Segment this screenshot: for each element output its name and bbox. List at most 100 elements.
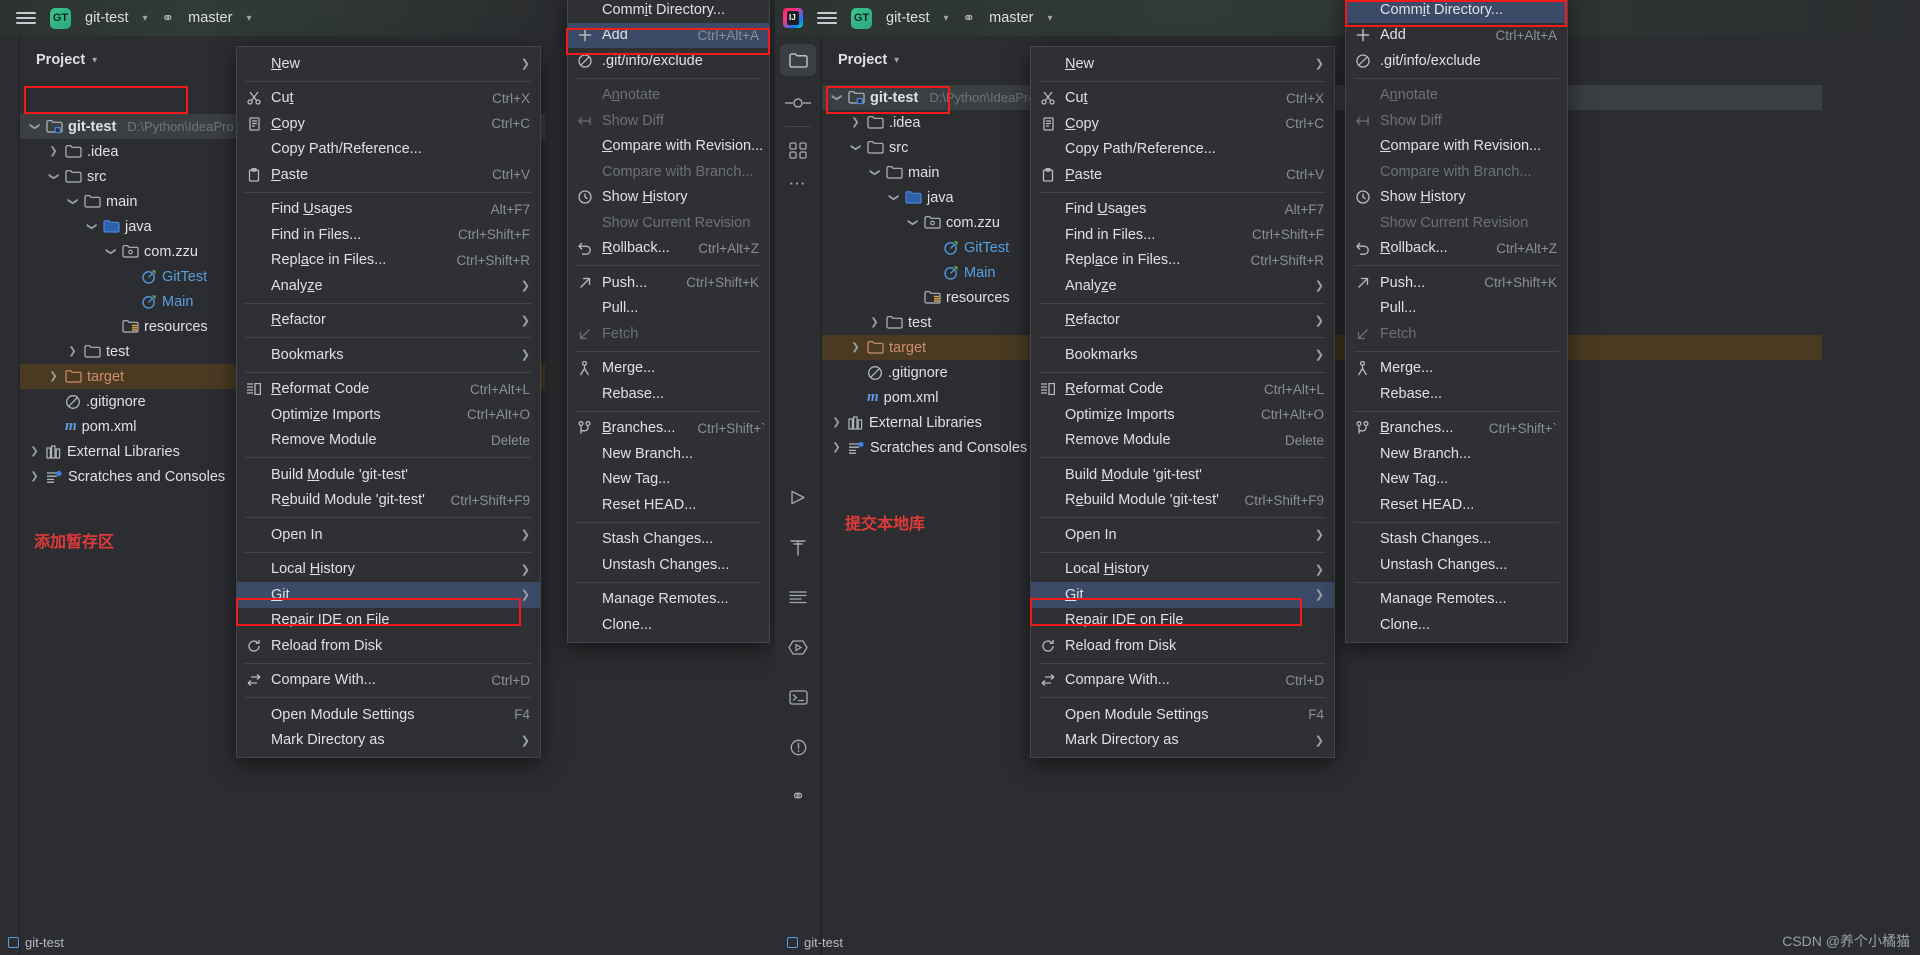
todo-icon[interactable] xyxy=(780,584,816,610)
menu-item-rebuild-module-git-test[interactable]: Rebuild Module 'git-test' Ctrl+Shift+F9 xyxy=(1031,488,1334,514)
menu-item-compare-with[interactable]: Compare With... Ctrl+D xyxy=(237,668,540,694)
chevron-right-icon[interactable]: ❯ xyxy=(47,371,60,382)
menu-item-push[interactable]: Push... Ctrl+Shift+K xyxy=(1346,270,1567,296)
menu-item-pull[interactable]: Pull... xyxy=(568,296,769,322)
menu-item-copy[interactable]: Copy Ctrl+C xyxy=(237,111,540,137)
menu-item-analyze[interactable]: Analyze ❯ xyxy=(237,273,540,299)
menu-item-reset-head[interactable]: Reset HEAD... xyxy=(568,492,769,518)
menu-item-rebase[interactable]: Rebase... xyxy=(1346,381,1567,407)
chevron-right-icon[interactable]: ❯ xyxy=(849,117,862,128)
menu-item-copy[interactable]: Copy Ctrl+C xyxy=(1031,111,1334,137)
chevron-right-icon[interactable]: ❯ xyxy=(47,146,60,157)
chevron-down-icon[interactable]: ❯ xyxy=(888,191,899,204)
hamburger-icon[interactable] xyxy=(817,12,837,24)
terminal-icon[interactable] xyxy=(780,684,816,710)
chevron-right-icon[interactable]: ❯ xyxy=(868,317,881,328)
structure-icon[interactable] xyxy=(780,137,816,163)
commit-icon[interactable] xyxy=(780,90,816,116)
menu-item-unstash-changes[interactable]: Unstash Changes... xyxy=(568,552,769,578)
git-submenu-right[interactable]: Commit Directory... Add Ctrl+Alt+A .git/inf… xyxy=(1345,0,1568,643)
menu-item-new[interactable]: New ❯ xyxy=(237,51,540,77)
chevron-right-icon[interactable]: ❯ xyxy=(830,417,843,428)
branch-name-label[interactable]: master xyxy=(188,10,232,26)
menu-item-rollback[interactable]: Rollback... Ctrl+Alt+Z xyxy=(568,236,769,262)
menu-item-git-info-exclude[interactable]: .git/info/exclude xyxy=(1346,48,1567,74)
menu-item-rollback[interactable]: Rollback... Ctrl+Alt+Z xyxy=(1346,236,1567,262)
chevron-right-icon[interactable]: ❯ xyxy=(28,471,41,482)
menu-item-open-in[interactable]: Open In ❯ xyxy=(1031,522,1334,548)
menu-item-analyze[interactable]: Analyze ❯ xyxy=(1031,273,1334,299)
chevron-down-icon[interactable]: ❯ xyxy=(105,245,116,258)
chevron-down-icon[interactable]: ❯ xyxy=(67,195,78,208)
menu-item-replace-in-files[interactable]: Replace in Files... Ctrl+Shift+R xyxy=(1031,248,1334,274)
git-branch-icon[interactable]: ⚭ xyxy=(780,784,816,810)
menu-item-compare-with-revision[interactable]: Compare with Revision... xyxy=(1346,134,1567,160)
menu-item-stash-changes[interactable]: Stash Changes... xyxy=(1346,527,1567,553)
menu-item-find-in-files[interactable]: Find in Files... Ctrl+Shift+F xyxy=(237,222,540,248)
more-icon[interactable]: ⋯ xyxy=(780,173,816,195)
menu-item-new-branch[interactable]: New Branch... xyxy=(568,441,769,467)
menu-item-local-history[interactable]: Local History ❯ xyxy=(1031,557,1334,583)
chevron-down-icon[interactable]: ❯ xyxy=(869,166,880,179)
menu-item-refactor[interactable]: Refactor ❯ xyxy=(237,308,540,334)
chevron-down-icon[interactable]: ❯ xyxy=(48,170,59,183)
menu-item-build-module-git-test[interactable]: Build Module 'git-test' xyxy=(1031,462,1334,488)
menu-item-mark-directory-as[interactable]: Mark Directory as ❯ xyxy=(237,728,540,754)
chevron-down-icon[interactable]: ▾ xyxy=(246,13,251,24)
chevron-right-icon[interactable]: ❯ xyxy=(66,346,79,357)
menu-item-manage-remotes[interactable]: Manage Remotes... xyxy=(568,587,769,613)
menu-item-new-branch[interactable]: New Branch... xyxy=(1346,441,1567,467)
project-name-label[interactable]: git-test xyxy=(85,10,129,26)
menu-item-rebase[interactable]: Rebase... xyxy=(568,381,769,407)
menu-item-add[interactable]: Add Ctrl+Alt+A xyxy=(568,22,769,48)
chevron-down-icon[interactable]: ▾ xyxy=(944,13,949,24)
services-icon[interactable] xyxy=(780,634,816,660)
branch-name-label[interactable]: master xyxy=(989,10,1033,26)
project-name-label[interactable]: git-test xyxy=(886,10,930,26)
menu-item-paste[interactable]: Paste Ctrl+V xyxy=(237,162,540,188)
tool-window-bar[interactable]: ⋯ ⚭ xyxy=(775,36,822,955)
menu-item-rebuild-module-git-test[interactable]: Rebuild Module 'git-test' Ctrl+Shift+F9 xyxy=(237,488,540,514)
chevron-down-icon[interactable]: ❯ xyxy=(907,216,918,229)
project-folder-icon[interactable] xyxy=(780,44,816,76)
chevron-down-icon[interactable]: ▾ xyxy=(894,55,899,66)
menu-item-copy-path-reference[interactable]: Copy Path/Reference... xyxy=(237,137,540,163)
menu-item-merge[interactable]: Merge... xyxy=(568,356,769,382)
menu-item-unstash-changes[interactable]: Unstash Changes... xyxy=(1346,552,1567,578)
chevron-down-icon[interactable]: ❯ xyxy=(850,141,861,154)
run-icon[interactable] xyxy=(780,484,816,510)
menu-item-add[interactable]: Add Ctrl+Alt+A xyxy=(1346,23,1567,49)
menu-item-reload-from-disk[interactable]: Reload from Disk xyxy=(1031,633,1334,659)
menu-item-local-history[interactable]: Local History ❯ xyxy=(237,557,540,583)
menu-item-branches[interactable]: Branches... Ctrl+Shift+` xyxy=(1346,416,1567,442)
menu-item-refactor[interactable]: Refactor ❯ xyxy=(1031,308,1334,334)
menu-item-show-history[interactable]: Show History xyxy=(568,185,769,211)
menu-item-reset-head[interactable]: Reset HEAD... xyxy=(1346,492,1567,518)
menu-item-manage-remotes[interactable]: Manage Remotes... xyxy=(1346,587,1567,613)
menu-item-commit-directory[interactable]: Commit Directory... xyxy=(1346,0,1567,23)
menu-item-open-module-settings[interactable]: Open Module Settings F4 xyxy=(237,702,540,728)
menu-item-remove-module[interactable]: Remove Module Delete xyxy=(237,428,540,454)
menu-item-bookmarks[interactable]: Bookmarks ❯ xyxy=(1031,342,1334,368)
chevron-down-icon[interactable]: ❯ xyxy=(831,91,842,104)
menu-item-git[interactable]: Git ❯ xyxy=(237,582,540,608)
menu-item-remove-module[interactable]: Remove Module Delete xyxy=(1031,428,1334,454)
menu-item-replace-in-files[interactable]: Replace in Files... Ctrl+Shift+R xyxy=(237,248,540,274)
git-submenu-left[interactable]: Commit Directory... Add Ctrl+Alt+A .git/inf… xyxy=(567,0,770,643)
chevron-down-icon[interactable]: ❯ xyxy=(86,220,97,233)
context-menu-left[interactable]: New ❯ Cut Ctrl+X Copy Ctrl+C Copy Path/Referen… xyxy=(236,46,541,758)
menu-item-show-history[interactable]: Show History xyxy=(1346,185,1567,211)
menu-item-merge[interactable]: Merge... xyxy=(1346,356,1567,382)
menu-item-new[interactable]: New ❯ xyxy=(1031,51,1334,77)
menu-item-clone[interactable]: Clone... xyxy=(1346,612,1567,638)
menu-item-mark-directory-as[interactable]: Mark Directory as ❯ xyxy=(1031,728,1334,754)
build-icon[interactable] xyxy=(780,534,816,560)
menu-item-find-usages[interactable]: Find Usages Alt+F7 xyxy=(237,197,540,223)
menu-item-find-usages[interactable]: Find Usages Alt+F7 xyxy=(1031,197,1334,223)
chevron-right-icon[interactable]: ❯ xyxy=(28,446,41,457)
menu-item-git-info-exclude[interactable]: .git/info/exclude xyxy=(568,48,769,74)
chevron-down-icon[interactable]: ▾ xyxy=(92,55,97,66)
menu-item-build-module-git-test[interactable]: Build Module 'git-test' xyxy=(237,462,540,488)
menu-item-bookmarks[interactable]: Bookmarks ❯ xyxy=(237,342,540,368)
menu-item-repair-ide-on-file[interactable]: Repair IDE on File xyxy=(237,608,540,634)
